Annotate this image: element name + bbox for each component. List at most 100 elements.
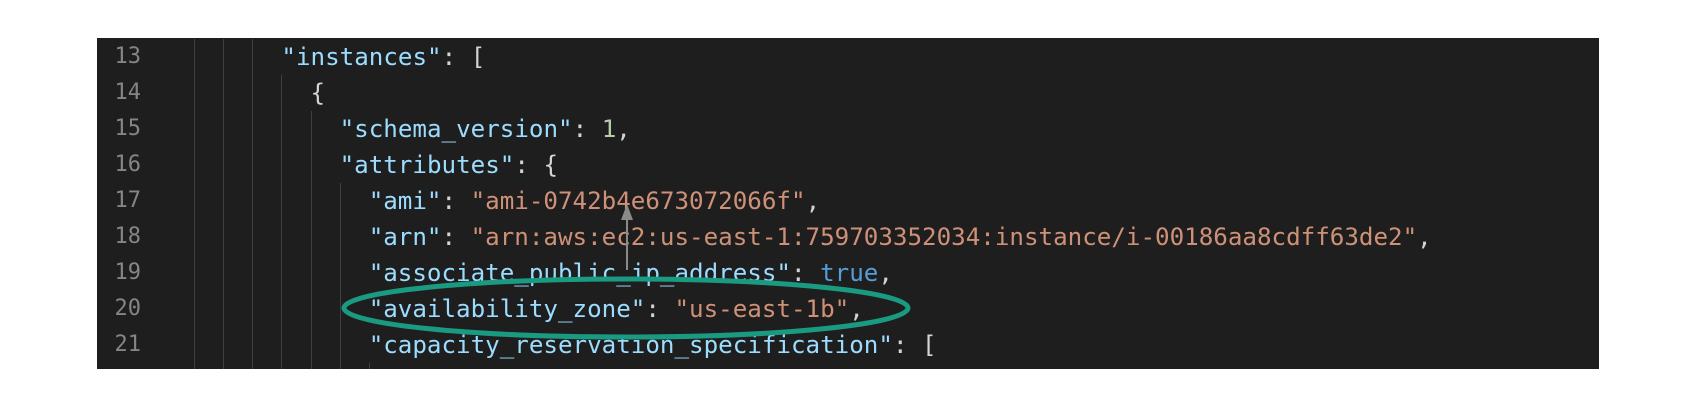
indent-guide	[311, 363, 312, 369]
code-text: "schema_version": 1,	[340, 111, 631, 147]
code-line[interactable]: 14 {	[97, 75, 1599, 111]
code-text: {	[311, 75, 326, 111]
indent-guide	[223, 363, 224, 369]
token-key: "instances"	[281, 43, 442, 71]
indent-guide	[340, 327, 341, 363]
code-line[interactable]: 18 "arn": "arn:aws:ec2:us-east-1:75970335…	[97, 219, 1599, 255]
indent-guide	[223, 39, 224, 75]
code-text: "instances": [	[281, 39, 485, 75]
indent-guide	[252, 183, 253, 219]
indent-guide	[252, 39, 253, 75]
token-punc: ,	[849, 295, 864, 323]
indent-guide	[281, 363, 282, 369]
code-line[interactable]: 16 "attributes": {	[97, 147, 1599, 183]
line-number: 20	[114, 296, 142, 321]
indent-guide	[223, 183, 224, 219]
token-punc: : {	[514, 151, 559, 179]
indent-guide	[311, 327, 312, 363]
indent-guide	[223, 219, 224, 255]
indent-guide	[340, 291, 341, 327]
code-text: "capacity_reservation_specification": [	[369, 327, 937, 363]
token-key: "attributes"	[339, 151, 515, 179]
line-number: 19	[114, 260, 142, 285]
indent-guide	[340, 183, 341, 219]
token-kw: true	[820, 259, 879, 287]
token-key: "capacity_reservation_specification"	[368, 331, 893, 359]
token-punc: {	[310, 79, 326, 107]
indent-guide	[223, 111, 224, 147]
indent-guide	[281, 255, 282, 291]
token-key: "associate_public_ip_address"	[368, 259, 791, 287]
code-text: "arn": "arn:aws:ec2:us-east-1:7597033520…	[369, 219, 1432, 255]
indent-guide	[252, 75, 253, 111]
indent-guide	[281, 219, 282, 255]
code-line[interactable]: 17 "ami": "ami-0742b4e673072066f",	[97, 183, 1599, 219]
token-key: "ami"	[368, 187, 442, 215]
line-number: 21	[114, 332, 142, 357]
token-punc: :	[645, 295, 675, 323]
indent-guide	[252, 291, 253, 327]
indent-guide	[194, 75, 195, 111]
code-editor[interactable]: 13 "instances": [14{15 "schema_version": 1…	[97, 38, 1599, 369]
code-line[interactable]: 15 "schema_version": 1,	[97, 111, 1599, 147]
indent-guide	[311, 147, 312, 183]
indent-guide	[252, 147, 253, 183]
indent-guide	[223, 147, 224, 183]
indent-guide	[194, 291, 195, 327]
token-punc: :	[791, 259, 821, 287]
code-line[interactable]: 21 "capacity_reservation_specification": …	[97, 327, 1599, 363]
indent-guide	[311, 291, 312, 327]
indent-guide	[194, 147, 195, 183]
token-punc: ,	[805, 187, 821, 215]
token-punc: : [	[892, 331, 937, 359]
indent-guide	[340, 255, 341, 291]
indent-guide	[223, 255, 224, 291]
indent-guide	[311, 255, 312, 291]
token-punc: :	[441, 223, 471, 251]
code-line[interactable]: 19 "associate_public_ip_address": true,	[97, 255, 1599, 291]
token-num: 1	[601, 115, 617, 143]
token-str: "arn:aws:ec2:us-east-1:759703352034:inst…	[470, 223, 1418, 251]
indent-guide	[281, 291, 282, 327]
token-key: "schema_version"	[339, 115, 573, 143]
token-punc: ,	[1417, 223, 1432, 251]
indent-guide	[252, 327, 253, 363]
line-number: 16	[114, 152, 142, 177]
code-text: "attributes": {	[340, 147, 558, 183]
indent-guide	[223, 327, 224, 363]
indent-guide	[281, 327, 282, 363]
indent-guide	[281, 75, 282, 111]
indent-guide	[369, 363, 370, 369]
token-key: "availability_zone"	[368, 295, 646, 323]
token-str: "us-east-1b"	[674, 295, 850, 323]
token-punc: ,	[616, 115, 631, 143]
token-key: "arn"	[368, 223, 442, 251]
line-number: 17	[114, 188, 142, 213]
line-number: 15	[114, 116, 142, 141]
indent-guide	[194, 327, 195, 363]
code-line[interactable]: 20 "availability_zone": "us-east-1b",	[97, 291, 1599, 327]
indent-guide	[194, 219, 195, 255]
code-line[interactable]	[97, 363, 1599, 369]
token-punc: :	[441, 187, 471, 215]
code-text: "availability_zone": "us-east-1b",	[369, 291, 864, 327]
code-text: "associate_public_ip_address": true,	[369, 255, 893, 291]
indent-guide	[252, 363, 253, 369]
line-number: 18	[114, 224, 142, 249]
indent-guide	[311, 111, 312, 147]
token-punc: ,	[878, 259, 893, 287]
indent-guide	[281, 147, 282, 183]
indent-guide	[194, 183, 195, 219]
indent-guide	[311, 183, 312, 219]
token-punc: : [	[441, 43, 486, 71]
code-text: "ami": "ami-0742b4e673072066f",	[369, 183, 820, 219]
line-number: 13	[114, 44, 142, 69]
token-punc: :	[572, 115, 602, 143]
indent-guide	[340, 363, 341, 369]
indent-guide	[194, 111, 195, 147]
token-str: "ami-0742b4e673072066f"	[470, 187, 806, 215]
indent-guide	[194, 363, 195, 369]
line-number: 14	[114, 80, 142, 105]
code-line[interactable]: 13 "instances": [	[97, 39, 1599, 75]
indent-guide	[194, 39, 195, 75]
